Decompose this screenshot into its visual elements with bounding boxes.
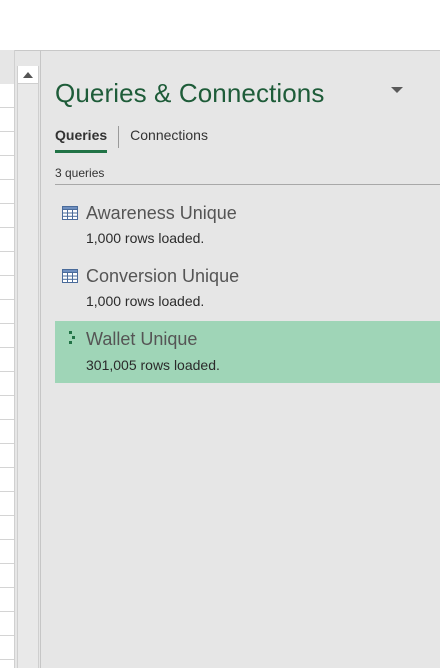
queries-connections-pane: Queries & Connections Queries Connection… — [41, 50, 440, 668]
tab-separator — [118, 126, 120, 148]
query-count: 3 queries — [55, 166, 105, 180]
table-icon — [62, 269, 78, 283]
query-name: Conversion Unique — [86, 266, 240, 286]
query-item-awareness-unique[interactable]: Awareness Unique 1,000 rows loaded. — [55, 192, 440, 254]
arrow-up-icon — [23, 71, 33, 78]
scroll-up-button[interactable] — [18, 66, 38, 84]
query-status: 1,000 rows loaded. — [86, 230, 205, 246]
worksheet-header-area — [0, 50, 15, 84]
query-name: Awareness Unique — [86, 203, 237, 223]
pane-title: Queries & Connections — [55, 78, 325, 108]
query-status: 1,000 rows loaded. — [86, 293, 205, 309]
query-name: Wallet Unique — [86, 329, 198, 349]
ribbon-area — [0, 0, 440, 51]
tab-queries[interactable]: Queries — [55, 124, 108, 153]
chevron-down-icon — [391, 87, 403, 93]
loading-icon — [69, 331, 75, 344]
pane-tabs: Queries Connections — [55, 124, 208, 154]
table-icon — [62, 206, 78, 220]
query-item-wallet-unique[interactable]: Wallet Unique 301,005 rows loaded. — [55, 321, 440, 383]
vertical-scrollbar[interactable] — [17, 66, 39, 668]
query-status: 301,005 rows loaded. — [86, 357, 220, 373]
worksheet-grid[interactable] — [0, 84, 15, 668]
tab-connections[interactable]: Connections — [130, 124, 208, 151]
query-item-conversion-unique[interactable]: Conversion Unique 1,000 rows loaded. — [55, 255, 440, 317]
divider — [55, 184, 440, 185]
pane-options-button[interactable] — [390, 85, 404, 95]
